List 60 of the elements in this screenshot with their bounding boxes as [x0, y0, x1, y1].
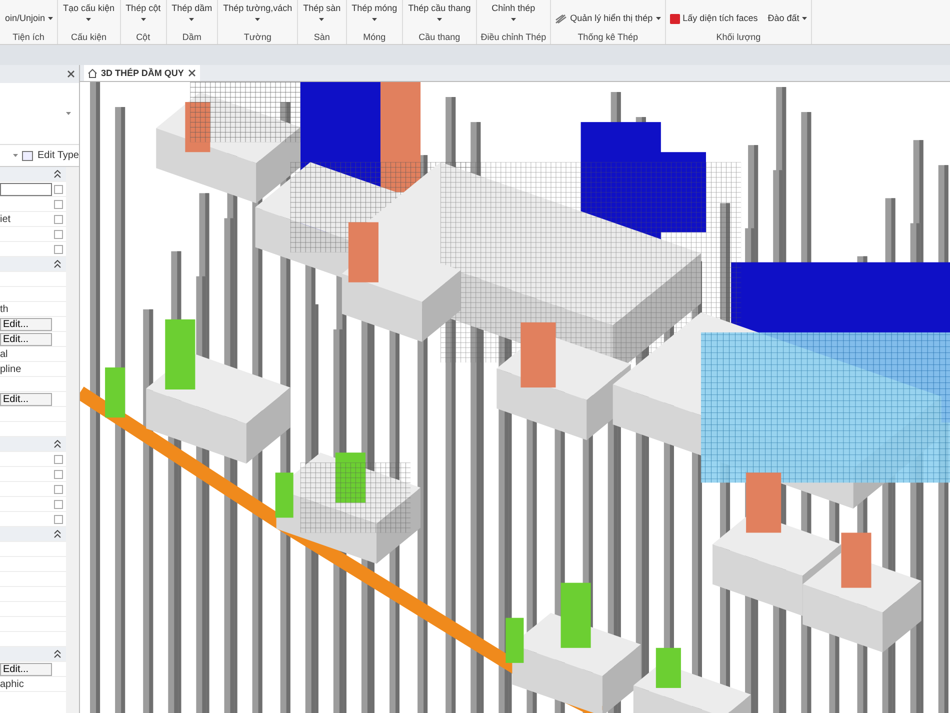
- close-icon[interactable]: [188, 69, 196, 77]
- property-label: th: [0, 302, 8, 316]
- edit-type-button[interactable]: Edit Type: [37, 148, 79, 163]
- edit-button[interactable]: Edit...: [0, 392, 52, 406]
- ribbon-group-label: Cấu kiện: [70, 31, 108, 44]
- edit-button[interactable]: Edit...: [0, 332, 52, 346]
- edit-button[interactable]: Edit...: [0, 318, 52, 330]
- close-icon[interactable]: [67, 70, 75, 78]
- app-icon: [670, 14, 680, 24]
- ribbon-button[interactable]: Thép móng: [350, 3, 398, 14]
- edit-button[interactable]: Edit...: [0, 662, 52, 676]
- collapse-icon[interactable]: [54, 170, 61, 178]
- property-label: pline: [0, 362, 22, 376]
- property-label: aphic: [0, 678, 24, 692]
- ribbon-group-label: Tường: [242, 31, 272, 44]
- ribbon-group-label: Thống kê Thép: [576, 31, 640, 44]
- ribbon-button[interactable]: Thép dầm: [170, 3, 214, 14]
- checkbox[interactable]: [54, 515, 63, 524]
- property-field[interactable]: [0, 182, 52, 196]
- rebar-icon: [555, 14, 568, 24]
- property-label: iet: [0, 212, 11, 226]
- ribbon-group-label: Dầm: [181, 31, 202, 44]
- ribbon-group-label: Sàn: [312, 31, 331, 44]
- checkbox[interactable]: [54, 230, 63, 239]
- checkbox[interactable]: [54, 185, 63, 194]
- ribbon-group-label: Cột: [135, 31, 152, 44]
- ribbon-button[interactable]: Lấy diện tích faces: [682, 13, 759, 24]
- collapse-icon[interactable]: [54, 650, 61, 658]
- house-icon: [88, 68, 97, 78]
- ribbon-group-label: Móng: [362, 31, 387, 44]
- ribbon-button[interactable]: Quản lý hiển thị thép: [569, 13, 654, 24]
- view-tab[interactable]: 3D THÉP DẦM QUY: [84, 65, 200, 81]
- ribbon-group-label: Tiện ích: [12, 31, 46, 44]
- ribbon-button[interactable]: Tạo cấu kiện: [62, 3, 116, 14]
- ribbon-button[interactable]: Chỉnh thép: [490, 3, 536, 14]
- property-label: al: [0, 348, 8, 362]
- ribbon-button[interactable]: Thép cầu thang: [407, 3, 472, 14]
- checkbox[interactable]: [54, 470, 63, 479]
- scrollbar[interactable]: [66, 167, 79, 713]
- collapse-icon[interactable]: [54, 530, 61, 538]
- collapse-icon[interactable]: [54, 260, 61, 268]
- ribbon-group-label: Điều chỉnh Thép: [480, 31, 546, 44]
- checkbox[interactable]: [54, 455, 63, 464]
- ribbon-button[interactable]: Đào đất: [766, 13, 800, 24]
- ribbon-group-label: Khối lượng: [715, 31, 762, 44]
- ribbon-button[interactable]: Thép tường,vách: [222, 3, 294, 14]
- checkbox[interactable]: [54, 485, 63, 494]
- checkbox[interactable]: [54, 215, 63, 224]
- dropdown-caret-icon[interactable]: [13, 154, 18, 157]
- checkbox[interactable]: [54, 200, 63, 209]
- ribbon-button[interactable]: oin/Unjoin: [4, 13, 46, 24]
- ribbon-button[interactable]: Thép sàn: [302, 3, 342, 14]
- dropdown-caret-icon[interactable]: [66, 112, 71, 115]
- ribbon-button[interactable]: Thép cột: [124, 3, 162, 14]
- edit-type-icon: [22, 150, 34, 160]
- collapse-icon[interactable]: [54, 440, 61, 448]
- checkbox[interactable]: [54, 500, 63, 509]
- checkbox[interactable]: [54, 245, 63, 254]
- ribbon-group-label: Cầu thang: [418, 31, 462, 44]
- view-tab-title: 3D THÉP DẦM QUY: [101, 67, 184, 80]
